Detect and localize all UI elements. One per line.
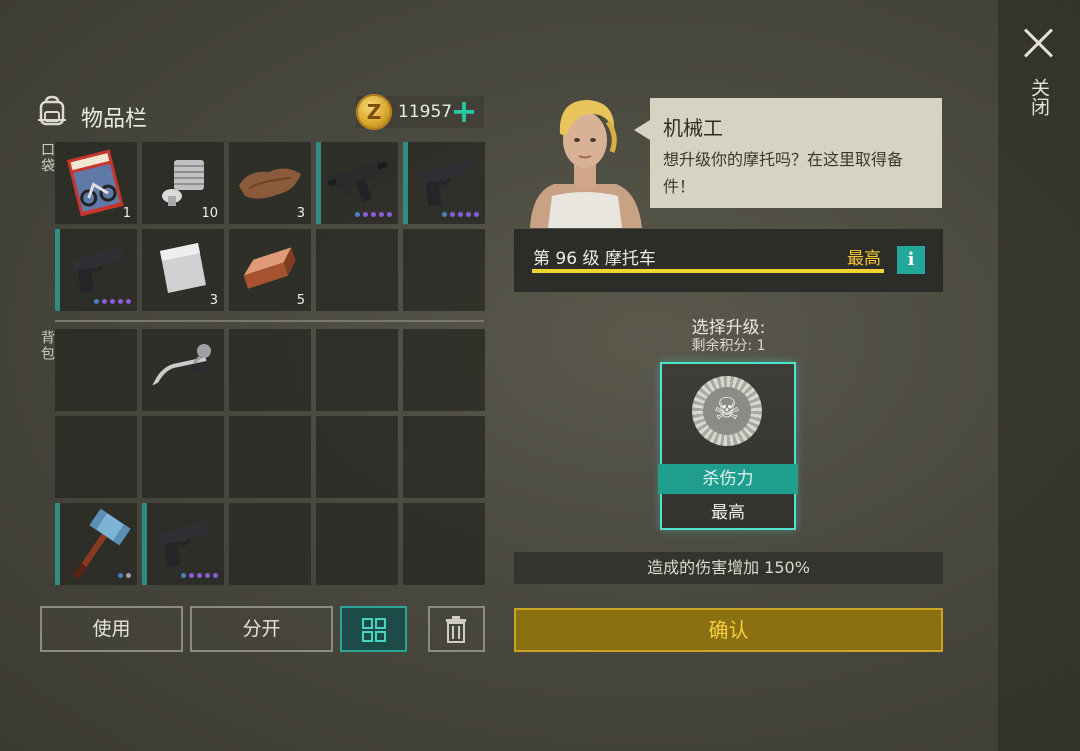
coin-icon: Z <box>356 94 392 130</box>
page-title: 物品栏 <box>81 107 148 132</box>
inventory-slot[interactable] <box>316 229 398 311</box>
split-button[interactable]: 分开 <box>190 606 333 652</box>
use-button[interactable]: 使用 <box>40 606 183 652</box>
rarity-dots <box>94 299 131 304</box>
inventory-slot[interactable] <box>229 503 311 585</box>
item-quantity: 3 <box>209 293 218 308</box>
inventory-slot[interactable] <box>403 329 485 411</box>
pistol-icon <box>419 158 472 207</box>
inventory-slot[interactable] <box>316 142 398 224</box>
delete-button[interactable] <box>428 606 485 652</box>
inventory-slot[interactable] <box>316 503 398 585</box>
pistol-icon <box>71 245 124 294</box>
inventory-slot[interactable] <box>55 503 137 585</box>
level-max-label: 最高 <box>847 249 881 269</box>
upgrade-card-name: 杀伤力 <box>658 464 798 494</box>
mechanic-portrait <box>530 100 642 228</box>
inventory-slot[interactable] <box>229 329 311 411</box>
leather-icon <box>239 168 301 199</box>
pistol-icon <box>158 519 211 568</box>
inventory-slot[interactable]: 5 <box>229 229 311 311</box>
trash-icon <box>446 616 466 643</box>
rarity-dots <box>442 212 479 217</box>
npc-dialogue: 想升级你的摩托吗？在这里取得备件！ <box>663 150 904 196</box>
inventory-slot[interactable] <box>142 503 224 585</box>
inventory-slot[interactable] <box>403 142 485 224</box>
rarity-dots <box>355 212 392 217</box>
inventory-slot[interactable] <box>403 229 485 311</box>
inventory-slot[interactable] <box>229 416 311 498</box>
upgrade-effect-description: 造成的伤害增加 150% <box>514 552 943 584</box>
skull-crossbones-icon: ☠ <box>713 392 741 427</box>
pockets-label: 口袋 <box>39 142 55 174</box>
engine-part-icon <box>162 160 204 206</box>
inventory-slot[interactable] <box>316 329 398 411</box>
inventory-slot[interactable] <box>403 503 485 585</box>
rarity-dots <box>118 573 131 578</box>
inventory-slot[interactable] <box>142 416 224 498</box>
remaining-points: 剩余积分: 1 <box>691 338 766 354</box>
close-icon[interactable] <box>1022 26 1056 60</box>
section-divider <box>55 320 484 322</box>
inventory-slot[interactable] <box>55 329 137 411</box>
copper-ingot-icon <box>243 247 296 289</box>
item-quantity: 10 <box>201 206 218 221</box>
metal-sheet-icon <box>160 243 206 293</box>
npc-name: 机械工 <box>663 116 723 140</box>
backpack-icon <box>38 95 66 126</box>
inventory-slot[interactable] <box>316 416 398 498</box>
inventory-slot[interactable] <box>55 229 137 311</box>
level-progress-bar <box>532 269 884 273</box>
rarity-dots <box>181 573 218 578</box>
inventory-slot[interactable] <box>55 416 137 498</box>
coin-count: 11957 <box>398 102 453 122</box>
upgrade-card-level: 最高 <box>711 503 745 523</box>
magazine-icon <box>66 149 124 216</box>
handlebar-icon <box>150 344 214 392</box>
item-quantity: 5 <box>296 293 305 308</box>
inventory-slot[interactable]: 3 <box>142 229 224 311</box>
inventory-slot[interactable] <box>142 329 224 411</box>
inventory-slot[interactable]: 3 <box>229 142 311 224</box>
backpack-label: 背包 <box>39 330 55 362</box>
inventory-slot[interactable]: 1 <box>55 142 137 224</box>
inventory-slot[interactable]: 10 <box>142 142 224 224</box>
item-quantity: 1 <box>122 206 131 221</box>
close-label[interactable]: 关闭 <box>1028 78 1050 116</box>
confirm-button[interactable]: 确认 <box>514 608 943 652</box>
sledgehammer-icon <box>73 508 131 579</box>
add-coins-button[interactable]: + <box>450 95 478 127</box>
level-label: 第 96 级 摩托车 <box>533 249 656 269</box>
grid-icon <box>362 618 386 642</box>
uzi-icon <box>327 160 389 203</box>
item-quantity: 3 <box>296 206 305 221</box>
info-button[interactable]: i <box>897 246 925 274</box>
sort-grid-button[interactable] <box>340 606 407 652</box>
inventory-slot[interactable] <box>403 416 485 498</box>
